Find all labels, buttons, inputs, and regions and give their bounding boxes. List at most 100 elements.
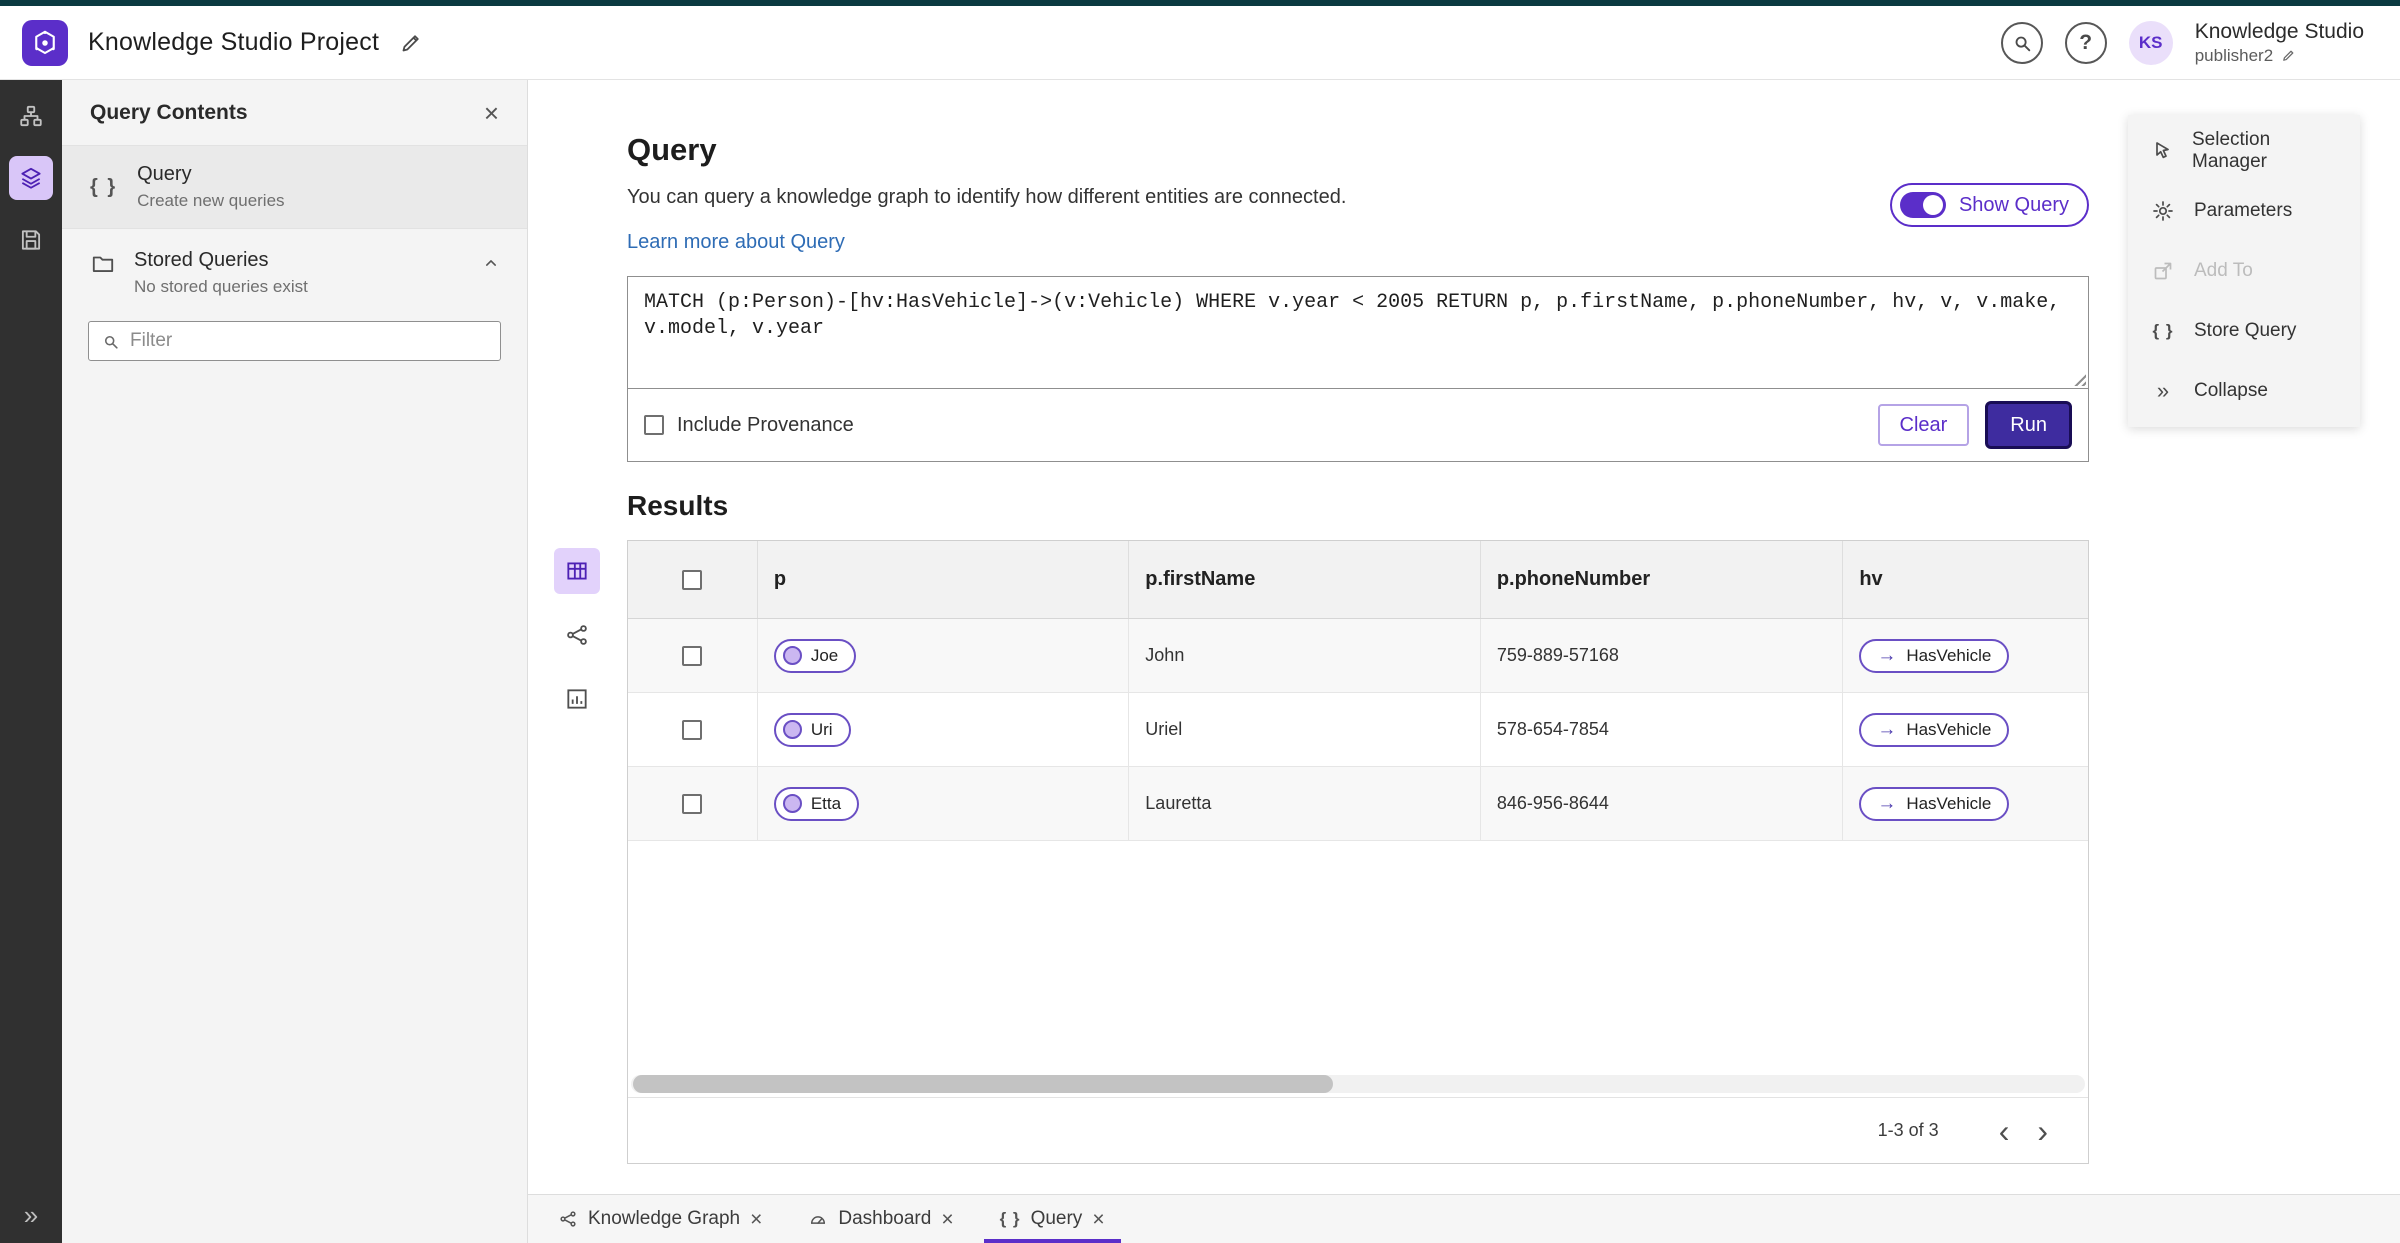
save-icon[interactable]: [9, 218, 53, 262]
edge-pill[interactable]: → HasVehicle: [1859, 712, 2010, 747]
query-box: MATCH (p:Person)-[hv:HasVehicle]->(v:Veh…: [627, 276, 2089, 462]
table-empty-area: [628, 841, 2088, 1097]
stored-queries-text: Stored Queries No stored queries exist: [134, 249, 308, 297]
tab-label: Dashboard: [838, 1208, 932, 1229]
edge-label: HasVehicle: [1906, 645, 1992, 665]
chevron-up-icon[interactable]: [481, 253, 501, 273]
edge-arrow-icon: →: [1877, 645, 1897, 666]
menu-item-label: Parameters: [2194, 200, 2293, 221]
pagination-prev-icon[interactable]: ‹: [1985, 1115, 2024, 1147]
edge-pill[interactable]: → HasVehicle: [1859, 638, 2010, 673]
table-row: Uri Uriel 578-654-7854 → HasVehicle: [628, 693, 2088, 767]
entity-pill[interactable]: Etta: [773, 786, 860, 821]
edge-arrow-icon: →: [1877, 793, 1897, 814]
column-header-hv[interactable]: hv: [1843, 541, 2088, 618]
menu-item-parameters[interactable]: Parameters: [2128, 181, 2360, 241]
entity-node-icon: [782, 646, 802, 665]
horizontal-scrollbar-track[interactable]: [631, 1075, 2085, 1093]
query-editor[interactable]: MATCH (p:Person)-[hv:HasVehicle]->(v:Veh…: [628, 277, 2088, 388]
entity-label: Joe: [810, 645, 839, 665]
avatar[interactable]: KS: [2128, 20, 2173, 65]
results-table: p p.firstName p.phoneNumber hv Joe John …: [627, 540, 2089, 1164]
query-item-title: Query: [137, 163, 192, 185]
help-icon[interactable]: ?: [2064, 21, 2107, 64]
table-row: Etta Lauretta 846-956-8644 → HasVehicle: [628, 767, 2088, 841]
toggle-track[interactable]: [1899, 192, 1946, 218]
collapse-icon: »: [2156, 378, 2170, 403]
search-icon[interactable]: [2000, 21, 2043, 64]
activity-rail: »: [0, 80, 62, 1243]
show-query-label: Show Query: [1958, 193, 2069, 216]
entity-pill[interactable]: Joe: [773, 638, 857, 673]
clear-button[interactable]: Clear: [1877, 404, 1970, 446]
table-row: Joe John 759-889-57168 → HasVehicle: [628, 619, 2088, 693]
run-button[interactable]: Run: [1985, 401, 2072, 449]
tab-close-icon[interactable]: ×: [1092, 1209, 1104, 1230]
column-header-p[interactable]: p: [758, 541, 1130, 618]
edge-label: HasVehicle: [1906, 793, 1992, 813]
learn-more-link[interactable]: Learn more about Query: [627, 231, 845, 254]
menu-item-collapse[interactable]: » Collapse: [2128, 361, 2360, 421]
layers-icon[interactable]: [9, 156, 53, 200]
panel-title: Query Contents: [90, 100, 248, 124]
pagination-next-icon[interactable]: ›: [2023, 1115, 2062, 1147]
chart-view-icon[interactable]: [554, 676, 600, 722]
help-glyph: ?: [2079, 30, 2093, 54]
menu-item-store-query[interactable]: { } Store Query: [2128, 301, 2360, 361]
tab-query[interactable]: { } Query ×: [983, 1195, 1121, 1243]
column-header-phonenumber[interactable]: p.phoneNumber: [1481, 541, 1844, 618]
gear-icon: [2150, 199, 2176, 223]
entity-pill[interactable]: Uri: [773, 712, 851, 747]
topbar: Knowledge Studio Project ? KS Knowledge …: [0, 6, 2400, 80]
column-header-firstname[interactable]: p.firstName: [1129, 541, 1481, 618]
table-header: p p.firstName p.phoneNumber hv: [628, 541, 2088, 619]
filter-search-icon: [101, 332, 120, 351]
show-query-toggle[interactable]: Show Query: [1889, 183, 2089, 227]
entity-node-icon: [782, 720, 802, 739]
table-view-icon[interactable]: [554, 548, 600, 594]
flow-diagram-icon[interactable]: [9, 94, 53, 138]
menu-item-label: Collapse: [2194, 380, 2268, 401]
topbar-left: Knowledge Studio Project: [22, 19, 423, 66]
results-area: p p.firstName p.phoneNumber hv Joe John …: [554, 540, 2089, 1164]
tab-knowledge-graph[interactable]: Knowledge Graph ×: [542, 1195, 778, 1243]
row-checkbox[interactable]: [682, 793, 703, 814]
topbar-right: ? KS Knowledge Studio publisher2: [2000, 19, 2364, 67]
filter-input[interactable]: [130, 330, 488, 352]
tab-dashboard[interactable]: Dashboard ×: [792, 1195, 969, 1243]
cell-phonenumber: 759-889-57168: [1481, 619, 1844, 692]
edge-arrow-icon: →: [1877, 719, 1897, 740]
app-logo-icon[interactable]: [22, 19, 68, 66]
app-root: Knowledge Studio Project ? KS Knowledge …: [0, 0, 2400, 1243]
edit-user-icon[interactable]: [2281, 48, 2296, 63]
sidebar-item-query[interactable]: { } Query Create new queries: [62, 146, 527, 229]
stored-queries-title: Stored Queries: [134, 249, 269, 271]
include-provenance-checkbox[interactable]: [644, 415, 664, 435]
add-to-icon: [2150, 259, 2176, 283]
menu-item-label: Add To: [2194, 260, 2253, 281]
row-checkbox[interactable]: [682, 645, 703, 666]
bottom-tab-bar: Knowledge Graph × Dashboard × { } Query …: [528, 1194, 2400, 1243]
include-provenance-label: Include Provenance: [677, 413, 854, 436]
edit-title-icon[interactable]: [399, 31, 423, 55]
rail-expand-icon[interactable]: »: [0, 1200, 62, 1231]
edge-pill[interactable]: → HasVehicle: [1859, 786, 2010, 821]
select-all-checkbox[interactable]: [682, 569, 703, 590]
panel-close-icon[interactable]: ×: [484, 100, 499, 126]
horizontal-scrollbar-thumb[interactable]: [633, 1075, 1333, 1093]
entity-label: Uri: [810, 719, 833, 739]
query-actions-menu: Selection Manager Parameters Add To { } …: [2128, 115, 2360, 427]
row-checkbox[interactable]: [682, 719, 703, 740]
tab-close-icon[interactable]: ×: [750, 1209, 762, 1230]
results-view-toolbar: [554, 548, 600, 722]
query-editor-wrap: MATCH (p:Person)-[hv:HasVehicle]->(v:Veh…: [628, 277, 2088, 389]
graph-view-icon[interactable]: [554, 612, 600, 658]
tab-close-icon[interactable]: ×: [941, 1209, 953, 1230]
query-item-text: Query Create new queries: [137, 163, 284, 211]
selection-manager-icon: [2150, 139, 2174, 163]
menu-item-add-to[interactable]: Add To: [2128, 241, 2360, 301]
entity-node-icon: [782, 794, 802, 813]
toggle-knob: [1922, 195, 1943, 215]
menu-item-selection-manager[interactable]: Selection Manager: [2128, 121, 2360, 181]
project-title: Knowledge Studio Project: [88, 28, 380, 56]
